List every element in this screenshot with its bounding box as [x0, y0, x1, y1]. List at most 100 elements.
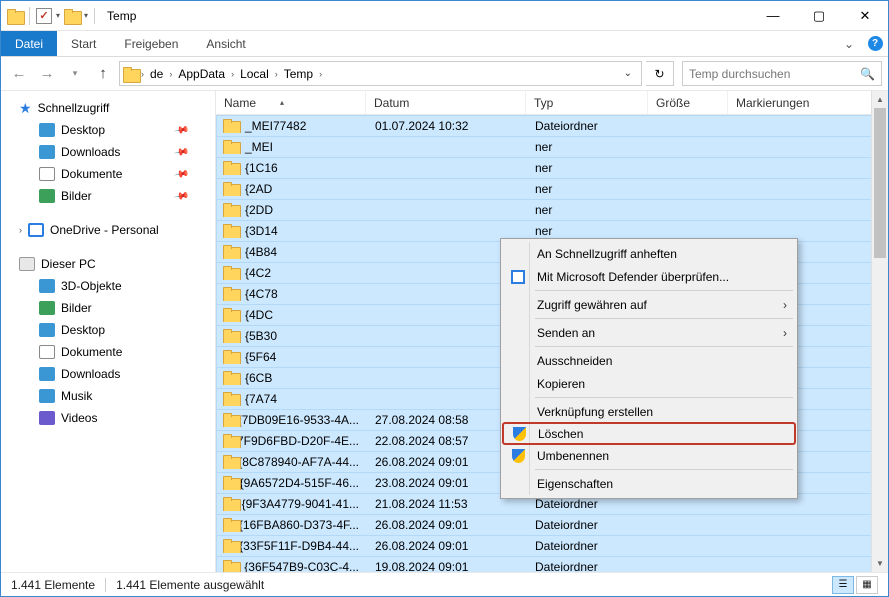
chevron-right-icon: ›	[19, 225, 22, 235]
file-name: {3D14	[245, 224, 278, 238]
nav-history-dropdown[interactable]: ▾	[63, 61, 87, 87]
folder-type-icon	[39, 323, 55, 337]
menu-grant-access[interactable]: Zugriff gewähren auf›	[503, 293, 795, 316]
view-details-button[interactable]: ☰	[832, 576, 854, 594]
column-markings[interactable]: Markierungen	[728, 91, 888, 114]
column-size[interactable]: Größe	[648, 91, 728, 114]
tab-view[interactable]: Ansicht	[192, 31, 259, 56]
table-row[interactable]: _MEI7748201.07.2024 10:32Dateiordner	[216, 115, 888, 136]
folder-icon	[123, 67, 139, 81]
file-name: {2AD	[245, 182, 272, 196]
table-row[interactable]: {16FBA860-D373-4F...26.08.2024 09:01Date…	[216, 514, 888, 535]
sidebar-item[interactable]: Videos	[1, 407, 215, 429]
desktop-icon	[39, 123, 55, 137]
column-name[interactable]: Name▴	[216, 91, 366, 114]
breadcrumb[interactable]: de	[146, 67, 167, 81]
chevron-right-icon[interactable]: ›	[167, 69, 174, 79]
table-row[interactable]: _MEIner	[216, 136, 888, 157]
folder-type-icon	[39, 279, 55, 293]
folder-icon	[223, 392, 239, 406]
file-name: _MEI77482	[245, 119, 306, 133]
folder-type-icon	[39, 301, 55, 315]
file-type: ner	[527, 224, 649, 238]
sidebar-item[interactable]: 3D-Objekte	[1, 275, 215, 297]
folder-type-icon	[39, 411, 55, 425]
table-row[interactable]: {1C16ner	[216, 157, 888, 178]
chevron-right-icon: ›	[783, 326, 787, 340]
folder-icon	[223, 539, 233, 553]
nav-back-button[interactable]: ←	[7, 61, 31, 87]
chevron-right-icon[interactable]: ›	[273, 69, 280, 79]
column-date[interactable]: Datum	[366, 91, 526, 114]
breadcrumb[interactable]: Local	[236, 67, 273, 81]
file-name: {2DD	[245, 203, 273, 217]
sidebar-onedrive[interactable]: › OneDrive - Personal	[1, 219, 215, 241]
table-row[interactable]: {2ADner	[216, 178, 888, 199]
folder-icon	[223, 350, 239, 364]
sidebar-item-label: Dieser PC	[41, 257, 96, 271]
sidebar-item[interactable]: Musik	[1, 385, 215, 407]
scroll-up-icon[interactable]: ▲	[872, 91, 888, 108]
help-button[interactable]: ?	[862, 31, 888, 56]
search-icon: 🔍	[860, 67, 875, 81]
file-tab[interactable]: Datei	[1, 31, 57, 56]
nav-up-button[interactable]: ↑	[91, 61, 115, 87]
sidebar-this-pc[interactable]: Dieser PC	[1, 253, 215, 275]
menu-delete[interactable]: Löschen	[502, 422, 796, 445]
menu-send-to[interactable]: Senden an›	[503, 321, 795, 344]
pc-icon	[19, 257, 35, 271]
sidebar-item-label: Desktop	[61, 123, 105, 137]
sidebar-quick-access[interactable]: ★ Schnellzugriff	[1, 97, 215, 119]
menu-defender-scan[interactable]: Mit Microsoft Defender überprüfen...	[503, 265, 795, 288]
close-button[interactable]: ✕	[842, 1, 888, 31]
pin-icon: 📌	[173, 188, 190, 204]
tab-share[interactable]: Freigeben	[110, 31, 192, 56]
breadcrumb[interactable]: Temp	[280, 67, 317, 81]
chevron-right-icon[interactable]: ›	[317, 69, 324, 79]
pin-icon: 📌	[173, 122, 190, 138]
column-type[interactable]: Typ	[526, 91, 648, 114]
sidebar-item[interactable]: Dokumente	[1, 341, 215, 363]
table-row[interactable]: {36F547B9-C03C-4...19.08.2024 09:01Datei…	[216, 556, 888, 572]
properties-qat-icon[interactable]: ✓	[36, 8, 52, 24]
maximize-button[interactable]: ▢	[796, 1, 842, 31]
scroll-thumb[interactable]	[874, 108, 886, 258]
sidebar-item[interactable]: Desktop	[1, 319, 215, 341]
status-item-count: 1.441 Elemente	[11, 578, 95, 592]
vertical-scrollbar[interactable]: ▲ ▼	[871, 91, 888, 572]
menu-rename[interactable]: Umbenennen	[503, 444, 795, 467]
sidebar-item[interactable]: Bilder	[1, 297, 215, 319]
menu-copy[interactable]: Kopieren	[503, 372, 795, 395]
menu-cut[interactable]: Ausschneiden	[503, 349, 795, 372]
chevron-right-icon[interactable]: ›	[229, 69, 236, 79]
sidebar-item[interactable]: Downloads	[1, 363, 215, 385]
file-name: {8C878940-AF7A-44...	[238, 455, 359, 469]
refresh-button[interactable]: ↻	[646, 61, 674, 86]
address-dropdown-icon[interactable]: ⌄	[618, 68, 638, 79]
qat-dropdown2-icon[interactable]: ▾	[84, 11, 88, 20]
sidebar-item-pictures[interactable]: Bilder 📌	[1, 185, 215, 207]
sidebar-item-downloads[interactable]: Downloads 📌	[1, 141, 215, 163]
sidebar-item-documents[interactable]: Dokumente 📌	[1, 163, 215, 185]
table-row[interactable]: {33F5F11F-D9B4-44...26.08.2024 09:01Date…	[216, 535, 888, 556]
tab-start[interactable]: Start	[57, 31, 110, 56]
table-row[interactable]: {2DDner	[216, 199, 888, 220]
sidebar-item-desktop[interactable]: Desktop 📌	[1, 119, 215, 141]
star-icon: ★	[19, 100, 32, 117]
qat-dropdown-icon[interactable]: ▾	[56, 11, 60, 20]
sidebar-item-label: Downloads	[61, 367, 120, 381]
scroll-down-icon[interactable]: ▼	[872, 555, 888, 572]
menu-properties[interactable]: Eigenschaften	[503, 472, 795, 495]
minimize-button[interactable]: —	[750, 1, 796, 31]
folder-qat-icon[interactable]	[64, 9, 80, 23]
nav-forward-button[interactable]: →	[35, 61, 59, 87]
quick-access-toolbar: ✓ ▾ ▾	[1, 7, 101, 25]
menu-pin-quick-access[interactable]: An Schnellzugriff anheften	[503, 242, 795, 265]
folder-icon	[223, 182, 239, 196]
ribbon-expand-icon[interactable]: ⌄	[836, 31, 862, 56]
menu-create-shortcut[interactable]: Verknüpfung erstellen	[503, 400, 795, 423]
breadcrumb[interactable]: AppData	[174, 67, 229, 81]
view-icons-button[interactable]: ▦	[856, 576, 878, 594]
search-input[interactable]: Temp durchsuchen 🔍	[682, 61, 882, 86]
address-bar[interactable]: › de › AppData › Local › Temp › ⌄	[119, 61, 642, 86]
